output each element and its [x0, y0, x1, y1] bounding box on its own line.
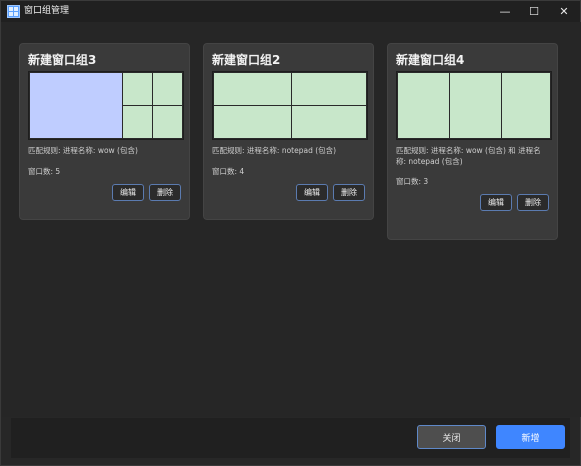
maximize-icon: ☐: [529, 5, 539, 18]
group-title: 新建窗口组4: [396, 53, 465, 67]
layout-preview: [396, 71, 552, 140]
close-icon: ✕: [559, 5, 569, 18]
app-icon: [7, 5, 20, 18]
layout-cell: [122, 72, 153, 106]
delete-button[interactable]: 删除: [517, 194, 549, 211]
match-rule: 匹配规则: 进程名称: wow (包含): [28, 146, 138, 155]
minimize-button[interactable]: —: [491, 1, 519, 22]
layout-cell: [449, 72, 502, 139]
layout-cell: [291, 72, 367, 106]
layout-cell: [152, 105, 183, 139]
window-title: 窗口组管理: [24, 6, 70, 16]
delete-button[interactable]: 删除: [333, 184, 365, 201]
window-count: 窗口数: 4: [212, 167, 245, 176]
close-window-button[interactable]: ✕: [550, 1, 578, 22]
match-rule-line-2: 称: notepad (包含): [396, 157, 463, 166]
window-group-manager-window: 窗口组管理 — ☐ ✕ 新建窗口组3 匹配规则: 进程名称: wow (包含) …: [0, 0, 581, 466]
minimize-icon: —: [499, 5, 511, 18]
group-card-2: 新建窗口组2 匹配规则: 进程名称: notepad (包含) 窗口数: 4 编…: [203, 43, 374, 220]
maximize-button[interactable]: ☐: [520, 1, 548, 22]
edit-button[interactable]: 编辑: [296, 184, 328, 201]
layout-cell: [122, 105, 153, 139]
match-rule: 匹配规则: 进程名称: notepad (包含): [212, 146, 337, 155]
group-title: 新建窗口组3: [28, 53, 97, 67]
edit-button[interactable]: 编辑: [480, 194, 512, 211]
group-card-4: 新建窗口组4 匹配规则: 进程名称: wow (包含) 和 进程名 称: not…: [387, 43, 558, 240]
window-count: 窗口数: 5: [28, 167, 61, 176]
title-bar[interactable]: 窗口组管理 — ☐ ✕: [1, 1, 580, 22]
edit-button[interactable]: 编辑: [112, 184, 144, 201]
layout-preview: [28, 71, 184, 140]
main-content: 新建窗口组3 匹配规则: 进程名称: wow (包含) 窗口数: 5 编辑 删除…: [2, 22, 581, 417]
layout-cell: [213, 72, 292, 106]
match-rule-line-1: 匹配规则: 进程名称: wow (包含) 和 进程名: [396, 146, 541, 155]
group-title: 新建窗口组2: [212, 53, 281, 67]
layout-cell: [397, 72, 450, 139]
layout-cell: [29, 72, 123, 139]
layout-cell: [152, 72, 183, 106]
footer-bar: [11, 418, 570, 458]
layout-preview: [212, 71, 368, 140]
layout-cell: [501, 72, 551, 139]
close-button[interactable]: 关闭: [417, 425, 486, 449]
layout-cell: [213, 105, 292, 139]
add-group-button[interactable]: 新增: [496, 425, 565, 449]
window-count: 窗口数: 3: [396, 177, 429, 186]
delete-button[interactable]: 删除: [149, 184, 181, 201]
layout-cell: [291, 105, 367, 139]
group-card-3: 新建窗口组3 匹配规则: 进程名称: wow (包含) 窗口数: 5 编辑 删除: [19, 43, 190, 220]
